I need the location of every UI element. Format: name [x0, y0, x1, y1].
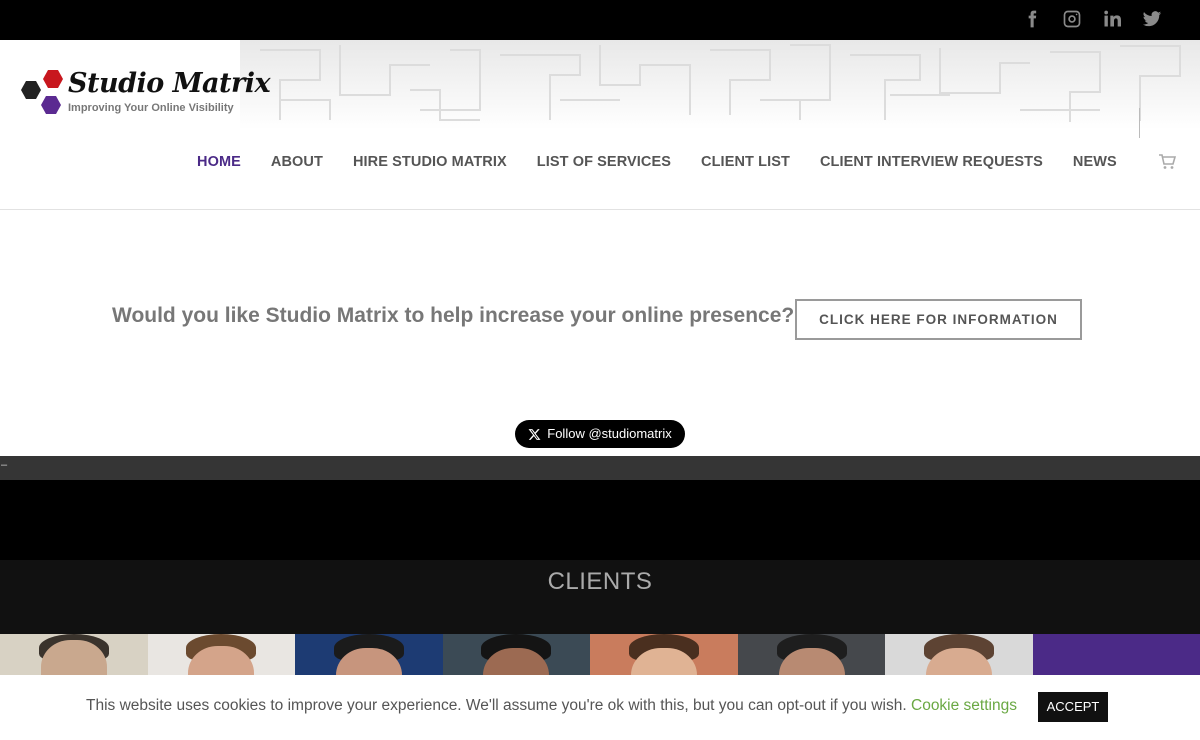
studio-matrix-logo[interactable]: Studio Matrix Improving Your Online Visi… [20, 68, 271, 120]
site-header: Studio Matrix Improving Your Online Visi… [0, 40, 1200, 210]
client-photo[interactable] [442, 634, 591, 675]
logo-title: Studio Matrix [68, 68, 271, 99]
cookie-settings-link[interactable]: Cookie settings [911, 697, 1017, 715]
hexagon-logo-icon [21, 70, 63, 114]
twitter-icon[interactable] [1132, 9, 1172, 31]
x-logo-icon [528, 428, 541, 440]
cart-icon[interactable] [1158, 154, 1177, 170]
nav-item-home[interactable]: HOME [182, 154, 256, 172]
cookie-message: This website uses cookies to improve you… [86, 697, 907, 714]
nav-item-news[interactable]: NEWS [1058, 154, 1132, 172]
clients-heading: CLIENTS [547, 568, 653, 595]
facebook-icon[interactable] [1012, 9, 1052, 31]
client-photo[interactable] [737, 634, 886, 675]
twitter-follow-label: Follow @studiomatrix [547, 426, 672, 441]
click-here-for-information-button[interactable]: CLICK HERE FOR INFORMATION [795, 299, 1082, 340]
accept-cookies-button[interactable]: ACCEPT [1038, 692, 1108, 722]
header-divider [1139, 108, 1140, 138]
maze-pattern-background [240, 40, 1200, 130]
page: Studio Matrix Improving Your Online Visi… [0, 0, 1200, 740]
nav-item-hire-studio-matrix[interactable]: HIRE STUDIO MATRIX [338, 154, 522, 172]
social-links [1012, 9, 1172, 31]
instagram-icon[interactable] [1052, 9, 1092, 31]
client-photo[interactable] [0, 634, 148, 675]
nav-item-client-list[interactable]: CLIENT LIST [686, 154, 805, 172]
cookie-bar: This website uses cookies to improve you… [0, 675, 1200, 740]
strip-dash: – [1, 459, 8, 471]
client-photo[interactable] [885, 634, 1033, 675]
client-photo[interactable] [1032, 634, 1200, 675]
black-band [0, 480, 1200, 560]
nav-item-list-of-services[interactable]: LIST OF SERVICES [522, 154, 686, 172]
logo-tagline: Improving Your Online Visibility [68, 102, 234, 114]
twitter-follow-button[interactable]: Follow @studiomatrix [515, 420, 685, 448]
main-nav: HOME ABOUT HIRE STUDIO MATRIX LIST OF SE… [182, 154, 1132, 172]
nav-item-about[interactable]: ABOUT [256, 154, 338, 172]
nav-item-client-interview-requests[interactable]: CLIENT INTERVIEW REQUESTS [805, 154, 1058, 172]
client-photo[interactable] [147, 634, 296, 675]
linkedin-icon[interactable] [1092, 9, 1132, 31]
client-photo[interactable] [295, 634, 443, 675]
client-photo-row [0, 634, 1200, 675]
top-bar [0, 0, 1200, 40]
gray-strip: – [0, 456, 1200, 480]
promo-question: Would you like Studio Matrix to help inc… [112, 304, 795, 327]
client-photo[interactable] [590, 634, 738, 675]
